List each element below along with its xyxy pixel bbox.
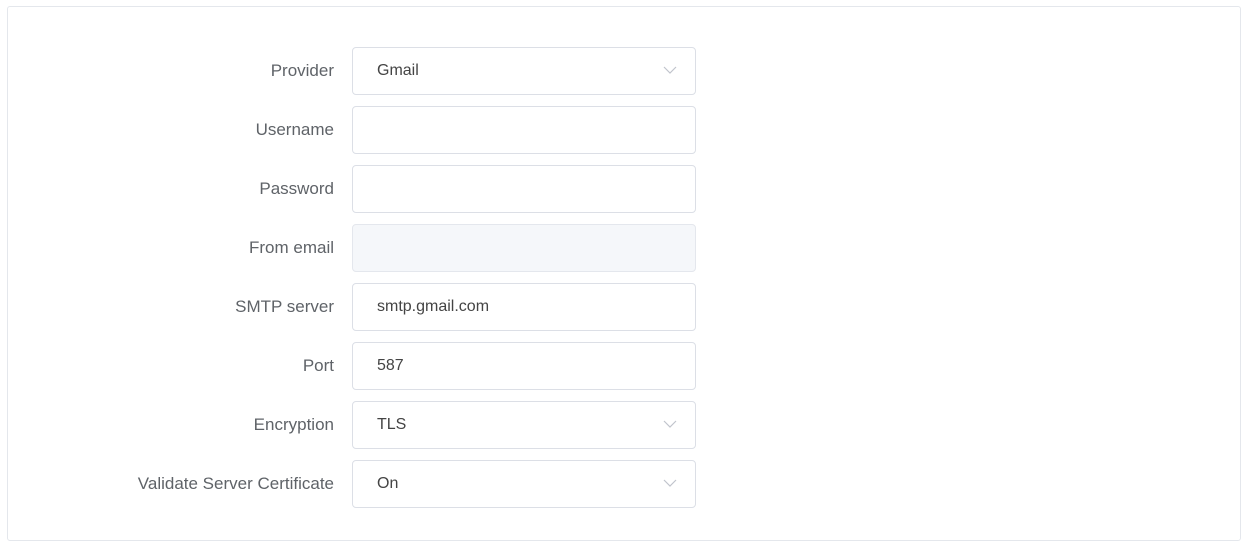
encryption-select[interactable]: TLS — [352, 401, 696, 449]
smtp-server-row: SMTP server — [8, 283, 728, 331]
chevron-down-icon — [663, 66, 677, 74]
username-label: Username — [255, 120, 334, 139]
email-settings-form: Provider Gmail Username Password From em… — [8, 47, 728, 519]
smtp-server-label: SMTP server — [235, 297, 334, 316]
chevron-down-icon — [663, 479, 677, 487]
encryption-selected-value: TLS — [377, 416, 407, 433]
provider-selected-value: Gmail — [377, 62, 419, 79]
smtp-server-field-wrapper — [352, 283, 696, 331]
email-settings-panel: Provider Gmail Username Password From em… — [7, 6, 1241, 541]
username-field-wrapper — [352, 106, 696, 154]
password-field-wrapper — [352, 165, 696, 213]
port-field-wrapper — [352, 342, 696, 390]
validate-cert-select[interactable]: On — [352, 460, 696, 508]
from-email-field-wrapper — [352, 224, 696, 272]
encryption-row: Encryption TLS — [8, 401, 728, 449]
validate-cert-row: Validate Server Certificate On — [8, 460, 728, 508]
username-row: Username — [8, 106, 728, 154]
smtp-server-field[interactable] — [353, 284, 695, 330]
port-field[interactable] — [353, 343, 695, 389]
port-row: Port — [8, 342, 728, 390]
chevron-down-icon — [663, 420, 677, 428]
port-label: Port — [302, 356, 334, 375]
provider-label: Provider — [270, 61, 334, 80]
username-field[interactable] — [353, 107, 695, 153]
provider-select[interactable]: Gmail — [352, 47, 696, 95]
from-email-label: From email — [248, 238, 334, 257]
from-email-row: From email — [8, 224, 728, 272]
provider-row: Provider Gmail — [8, 47, 728, 95]
validate-cert-selected-value: On — [377, 475, 399, 492]
from-email-field — [353, 225, 695, 271]
password-field[interactable] — [353, 166, 695, 212]
password-label: Password — [259, 179, 334, 198]
validate-cert-label: Validate Server Certificate — [137, 474, 334, 493]
password-row: Password — [8, 165, 728, 213]
encryption-label: Encryption — [253, 415, 334, 434]
